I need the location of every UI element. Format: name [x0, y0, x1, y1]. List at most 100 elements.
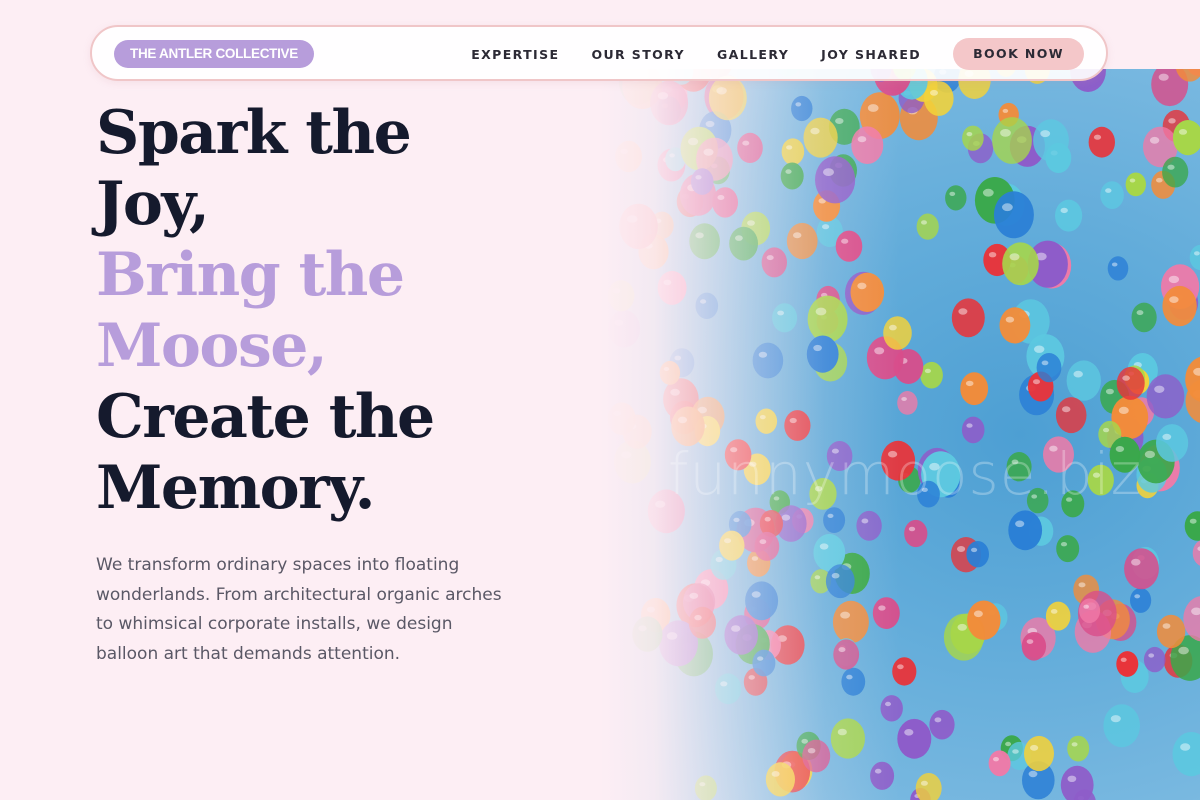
- balloon: [999, 307, 1031, 344]
- balloon: [607, 280, 635, 312]
- balloon: [1116, 651, 1139, 677]
- balloon: [841, 667, 866, 696]
- balloon: [823, 507, 846, 533]
- balloon: [915, 773, 942, 800]
- balloon: [883, 316, 912, 350]
- balloon: [754, 531, 780, 561]
- balloon: [993, 191, 1034, 239]
- balloon: [752, 342, 784, 379]
- balloon: [929, 709, 955, 740]
- balloon: [715, 673, 742, 705]
- balloon: [951, 298, 985, 338]
- balloon: [924, 81, 954, 116]
- balloon: [729, 226, 758, 261]
- balloon: [1146, 374, 1185, 419]
- balloon: [960, 372, 989, 406]
- balloon: [1002, 242, 1039, 286]
- balloon: [1192, 540, 1200, 566]
- balloon: [807, 295, 848, 343]
- balloon: [872, 597, 900, 629]
- headline-line: Memory.: [96, 453, 376, 523]
- balloon: [1124, 548, 1159, 590]
- balloon: [988, 750, 1011, 777]
- headline-accent-line: Bring the: [96, 240, 405, 310]
- balloon: [724, 615, 758, 655]
- balloon: [966, 541, 989, 568]
- balloon: [803, 117, 838, 158]
- balloon: [784, 410, 811, 441]
- nav-link-gallery[interactable]: GALLERY: [717, 47, 789, 62]
- balloon: [791, 95, 813, 122]
- balloon: [833, 639, 860, 670]
- brand-logo[interactable]: THE ANTLER COLLECTIVE: [114, 40, 314, 68]
- balloon: [1055, 397, 1087, 434]
- balloon: [825, 564, 855, 599]
- balloon: [992, 117, 1032, 164]
- balloon: [945, 185, 967, 211]
- nav-link-joy-shared[interactable]: JOY SHARED: [821, 47, 921, 62]
- balloon: [690, 168, 714, 195]
- balloon: [755, 408, 778, 434]
- balloon: [1156, 424, 1189, 462]
- balloon: [619, 203, 658, 250]
- headline-accent-line: Moose,: [96, 311, 328, 381]
- balloon: [1045, 601, 1071, 631]
- balloon: [880, 695, 903, 722]
- balloon: [1067, 735, 1090, 762]
- balloon: [920, 361, 943, 389]
- balloon: [916, 213, 939, 240]
- balloon: [1162, 156, 1189, 188]
- balloon: [897, 718, 932, 759]
- balloon: [752, 649, 776, 677]
- balloon: [806, 335, 839, 373]
- balloon: [851, 126, 884, 164]
- balloon: [1079, 598, 1101, 623]
- balloon: [632, 616, 663, 652]
- balloon: [737, 132, 763, 163]
- balloon: [1172, 732, 1200, 777]
- balloon: [1036, 353, 1062, 383]
- balloon: [694, 775, 717, 800]
- headline-line: Joy,: [96, 169, 210, 239]
- balloon: [615, 140, 642, 173]
- balloon: [870, 761, 895, 790]
- balloon: [1100, 181, 1124, 209]
- balloon: [1021, 632, 1047, 661]
- balloon: [1130, 587, 1152, 613]
- balloon: [967, 600, 1001, 640]
- balloon: [765, 762, 795, 797]
- hero-balloon-image: [600, 69, 1200, 800]
- balloon: [815, 156, 856, 204]
- nav-link-expertise[interactable]: EXPERTISE: [471, 47, 559, 62]
- balloon: [608, 310, 641, 348]
- nav-link-our-story[interactable]: OUR STORY: [591, 47, 685, 62]
- balloon: [695, 292, 719, 319]
- balloon: [659, 360, 681, 385]
- balloon: [904, 519, 928, 548]
- balloon: [1125, 172, 1146, 197]
- balloon: [1107, 256, 1129, 281]
- hero-headline: Spark the Joy, Bring the Moose, Create t…: [96, 98, 435, 524]
- hero-description: We transform ordinary spaces into floati…: [96, 555, 502, 664]
- balloon: [835, 230, 863, 262]
- balloon: [1088, 126, 1115, 158]
- balloon: [1055, 199, 1083, 232]
- balloon: [712, 187, 738, 218]
- top-navbar: THE ANTLER COLLECTIVE EXPERTISE OUR STOR…: [90, 25, 1108, 81]
- balloon: [1183, 596, 1200, 642]
- balloon: [1033, 119, 1069, 162]
- balloon: [688, 606, 716, 639]
- balloon: [772, 303, 798, 333]
- balloon: [761, 247, 787, 278]
- balloon: [962, 125, 984, 151]
- balloon: [657, 270, 687, 305]
- headline-line: Create the: [96, 382, 435, 452]
- balloon: [850, 272, 885, 312]
- book-now-button[interactable]: BOOK NOW: [953, 38, 1084, 70]
- balloon: [892, 657, 917, 686]
- watermark-text: funnymoose.biz: [668, 440, 1143, 508]
- balloon: [1184, 511, 1200, 541]
- balloon: [689, 223, 720, 260]
- balloon: [856, 510, 882, 541]
- balloon: [830, 718, 865, 759]
